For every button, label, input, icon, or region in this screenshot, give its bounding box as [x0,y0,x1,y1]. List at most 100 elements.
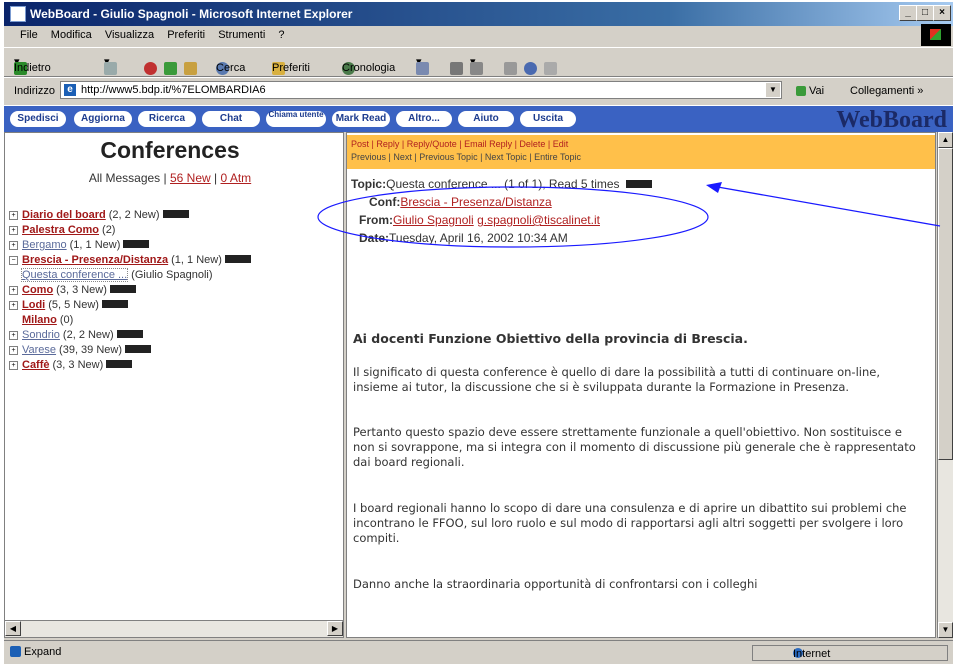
menu-help[interactable]: ? [278,29,284,41]
new-badge [224,255,251,263]
conference-item[interactable]: Milano (0) [9,314,251,329]
window-title: WebBoard - Giulio Spagnoli - Microsoft I… [30,7,353,21]
forward-button[interactable]: ▾ [104,55,117,75]
conference-item[interactable]: + Bergamo (1, 1 New) [9,239,251,254]
scroll-thumb[interactable] [938,148,953,460]
new-badge [162,210,189,218]
links-button[interactable]: Collegamenti » [850,85,923,97]
new-messages-link[interactable]: 56 New [170,171,211,185]
expand-icon[interactable]: + [9,301,18,310]
conference-item[interactable]: + Lodi (5, 5 New) [9,299,251,314]
new-badge [116,330,143,338]
horizontal-scrollbar[interactable]: ◀ ▶ [5,620,343,637]
conference-counts: (2, 2 New) [108,209,160,221]
menu-preferiti[interactable]: Preferiti [167,29,205,41]
conference-counts: (Giulio Spagnoli) [131,269,213,281]
conference-link[interactable]: Palestra Como [22,224,99,236]
expand-icon[interactable]: + [9,226,18,235]
message-actions-navigation[interactable]: Previous | Next | Previous Topic | Next … [351,152,581,162]
conf-link[interactable]: Brescia - Presenza/Distanza [400,195,551,209]
edit-button[interactable]: ▾ [470,55,483,75]
conference-link[interactable]: Milano [22,314,57,326]
menu-strumenti[interactable]: Strumenti [218,29,265,41]
conference-link[interactable]: Como [22,284,53,296]
conference-link[interactable]: Diario del board [22,209,106,221]
address-dropdown-icon[interactable]: ▼ [766,83,780,97]
conference-link[interactable]: Questa conference ... [21,268,129,282]
expand-icon[interactable]: + [9,331,18,340]
expand-icon[interactable]: + [9,361,18,370]
conference-item[interactable]: Questa conference ... (Giulio Spagnoli) [9,268,251,284]
nav-aggiorna[interactable]: Aggiorna [74,111,132,127]
conference-link[interactable]: Lodi [22,299,45,311]
vertical-scrollbar[interactable]: ▲ ▼ [937,132,953,638]
conference-link[interactable]: Caffè [22,359,50,371]
message-pane: Post | Reply | Reply/Quote | Email Reply… [346,132,936,638]
mail-icon [416,62,429,75]
conference-item[interactable]: + Diario del board (2, 2 New) [9,209,251,224]
minimize-button[interactable]: _ [899,5,917,21]
nav-spedisci[interactable]: Spedisci [10,111,66,127]
expand-icon[interactable]: + [9,241,18,250]
conference-item[interactable]: + Palestra Como (2) [9,224,251,239]
menu-file[interactable]: File [20,29,38,41]
from-email-link[interactable]: g.spagnoli@tiscalinet.it [477,213,600,227]
conference-link[interactable]: Brescia - Presenza/Distanza [22,254,168,266]
go-arrow-icon [796,86,806,96]
conf-line: Conf:Brescia - Presenza/Distanza [369,195,552,209]
expand-icon[interactable]: + [9,286,18,295]
page-status-icon [10,646,21,657]
nav-altro[interactable]: Altro... [396,111,452,127]
address-input[interactable]: e http://www5.bdp.it/%7ELOMBARDIA6 ▼ [60,81,782,99]
scroll-up-icon[interactable]: ▲ [938,132,953,148]
nav-chat[interactable]: Chat [202,111,260,127]
expand-icon[interactable]: + [9,346,18,355]
all-messages-label: All Messages [88,171,161,185]
message-paragraph-3: I board regionali hanno lo scopo di dare… [353,501,907,545]
conference-link[interactable]: Bergamo [22,239,67,251]
scroll-down-icon[interactable]: ▼ [938,622,953,638]
title-bar: WebBoard - Giulio Spagnoli - Microsoft I… [4,2,953,26]
conference-list-pane: Conferences All Messages | 56 New | 0 At… [4,132,344,638]
mail-button[interactable]: ▾ [416,55,429,75]
scroll-right-icon[interactable]: ▶ [327,621,343,636]
conference-item[interactable]: + Como (3, 3 New) [9,284,251,299]
print-icon [450,62,463,75]
nav-aiuto[interactable]: Aiuto [458,111,514,127]
attachments-link[interactable]: 0 Atm [221,171,252,185]
message-title: Ai docenti Funzione Obiettivo della prov… [353,331,748,346]
conference-item[interactable]: − Brescia - Presenza/Distanza (1, 1 New) [9,254,251,269]
conference-counts: (2) [102,224,116,236]
back-button[interactable]: Indietro ▾ [14,55,51,75]
toolbar: Indietro ▾ ▾ Cerca Preferiti Cronologia … [4,47,953,77]
nav-uscita[interactable]: Uscita [520,111,576,127]
conference-link[interactable]: Sondrio [22,329,60,341]
conference-item[interactable]: + Sondrio (2, 2 New) [9,329,251,344]
nav-ricerca[interactable]: Ricerca [138,111,196,127]
topic-line: Topic:Questa conference ... (1 of 1), Re… [351,177,652,191]
conference-item[interactable]: + Varese (39, 39 New) [9,344,251,359]
address-label: Indirizzo [14,85,55,97]
new-badge [101,300,128,308]
close-button[interactable]: × [933,5,951,21]
maximize-button[interactable]: □ [916,5,934,21]
conference-counts: (3, 3 New) [56,284,107,296]
go-button[interactable]: Vai [796,85,824,97]
message-paragraph-2: Pertanto questo spazio deve essere stret… [353,425,916,469]
conference-item[interactable]: + Caffè (3, 3 New) [9,359,251,374]
home-icon [184,62,197,75]
nav-chiama-utente[interactable]: Chiama utente [266,111,326,127]
menu-bar: File Modifica Visualizza Preferiti Strum… [4,26,953,46]
scroll-left-icon[interactable]: ◀ [5,621,21,636]
new-badge [106,360,133,368]
collapse-icon[interactable]: − [9,256,18,265]
menu-modifica[interactable]: Modifica [51,29,92,41]
conference-link[interactable]: Varese [22,344,56,356]
address-url: http://www5.bdp.it/%7ELOMBARDIA6 [81,84,266,96]
message-paragraph-1: Il significato di questa conference è qu… [353,365,880,394]
menu-visualizza[interactable]: Visualizza [105,29,154,41]
nav-mark-read[interactable]: Mark Read [332,111,390,127]
expand-icon[interactable]: + [9,211,18,220]
message-actions-primary[interactable]: Post | Reply | Reply/Quote | Email Reply… [351,139,568,149]
from-name-link[interactable]: Giulio Spagnoli [393,213,474,227]
